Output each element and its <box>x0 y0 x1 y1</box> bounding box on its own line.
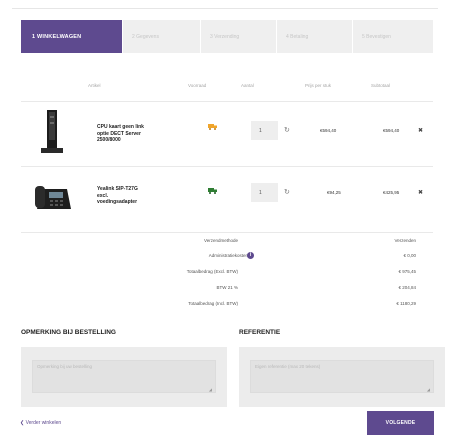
refresh-icon[interactable]: ↻ <box>284 126 290 134</box>
resize-handle-icon[interactable]: ◢ <box>427 387 430 392</box>
resize-handle-icon[interactable]: ◢ <box>209 387 212 392</box>
row-subtotal: €594,40 <box>383 128 400 133</box>
remark-title: OPMERKING BIJ BESTELLING <box>21 329 116 336</box>
reference-textarea[interactable] <box>250 360 434 393</box>
checkout-panel: 1 WINKELWAGEN 2 Gegevens 3 Verzending 4 … <box>12 8 445 440</box>
refresh-icon[interactable]: ↻ <box>284 188 290 196</box>
vat-label: BTW 21 % <box>216 285 238 290</box>
column-header-subtotal: Subtotaal <box>371 83 391 88</box>
truck-icon <box>208 124 217 130</box>
column-header-unit-price: Prijs per stuk <box>305 83 332 88</box>
truck-icon <box>208 188 217 194</box>
total-excl-vat-label: Totaalbedrag (Excl. BTW) <box>186 269 238 274</box>
step-details[interactable]: 2 Gegevens <box>123 20 201 53</box>
quantity-input[interactable]: 1 <box>251 183 278 202</box>
step-cart[interactable]: 1 WINKELWAGEN <box>21 20 123 53</box>
step-confirm[interactable]: 5 Bevestigen <box>353 20 433 53</box>
remark-textarea[interactable] <box>32 360 216 393</box>
checkout-stepper: 1 WINKELWAGEN 2 Gegevens 3 Verzending 4 … <box>21 20 433 53</box>
product-name[interactable]: CPU kaart geen link optie DECT Server 25… <box>97 124 185 144</box>
total-incl-vat-label: Totaalbedrag (Incl. BTW) <box>188 301 238 306</box>
vat-value: € 204,84 <box>398 285 416 290</box>
product-image-desk-phone <box>35 186 71 209</box>
quantity-input[interactable]: 1 <box>251 121 278 140</box>
column-header-stock: Voorraad <box>188 83 207 88</box>
remove-icon[interactable]: ✖ <box>418 127 423 134</box>
table-row: Yealink SIP-T27G excl. voedingsadapter 1… <box>21 169 433 229</box>
reference-title: REFERENTIE <box>239 329 281 336</box>
unit-price: €594,40 <box>320 128 337 133</box>
column-header-item: Artikel <box>88 83 101 88</box>
reference-box: ◢ <box>239 347 445 407</box>
next-button[interactable]: VOLGENDE <box>367 411 434 435</box>
column-header-qty: Aantal <box>241 83 254 88</box>
table-row: CPU kaart geen link optie DECT Server 25… <box>21 104 433 164</box>
shipping-method-label: Verzendmethode <box>203 238 238 243</box>
remove-icon[interactable]: ✖ <box>418 189 423 196</box>
admin-costs-label: Administratiekosten <box>209 253 248 258</box>
header-divider <box>21 101 433 102</box>
admin-costs-text: Administratiekosten <box>208 253 248 258</box>
step-shipping[interactable]: 3 Verzending <box>201 20 277 53</box>
row-subtotal: €425,95 <box>383 190 400 195</box>
remark-box: ◢ <box>21 347 227 407</box>
product-name[interactable]: Yealink SIP-T27G excl. voedingsadapter <box>97 186 185 206</box>
row-divider <box>21 166 433 167</box>
info-icon[interactable]: i <box>247 252 254 259</box>
shipping-method-value: Verzenden <box>394 238 416 243</box>
total-incl-vat-value: € 1180,29 <box>396 301 416 306</box>
total-excl-vat-value: € 975,45 <box>398 269 416 274</box>
step-payment[interactable]: 4 Betaling <box>277 20 353 53</box>
totals-divider <box>21 232 433 233</box>
admin-costs-value: € 0,00 <box>403 253 416 258</box>
continue-shopping-link[interactable]: ❮ Verder winkelen <box>20 420 61 426</box>
product-image-server-card <box>41 110 63 153</box>
unit-price: €94,25 <box>327 190 341 195</box>
